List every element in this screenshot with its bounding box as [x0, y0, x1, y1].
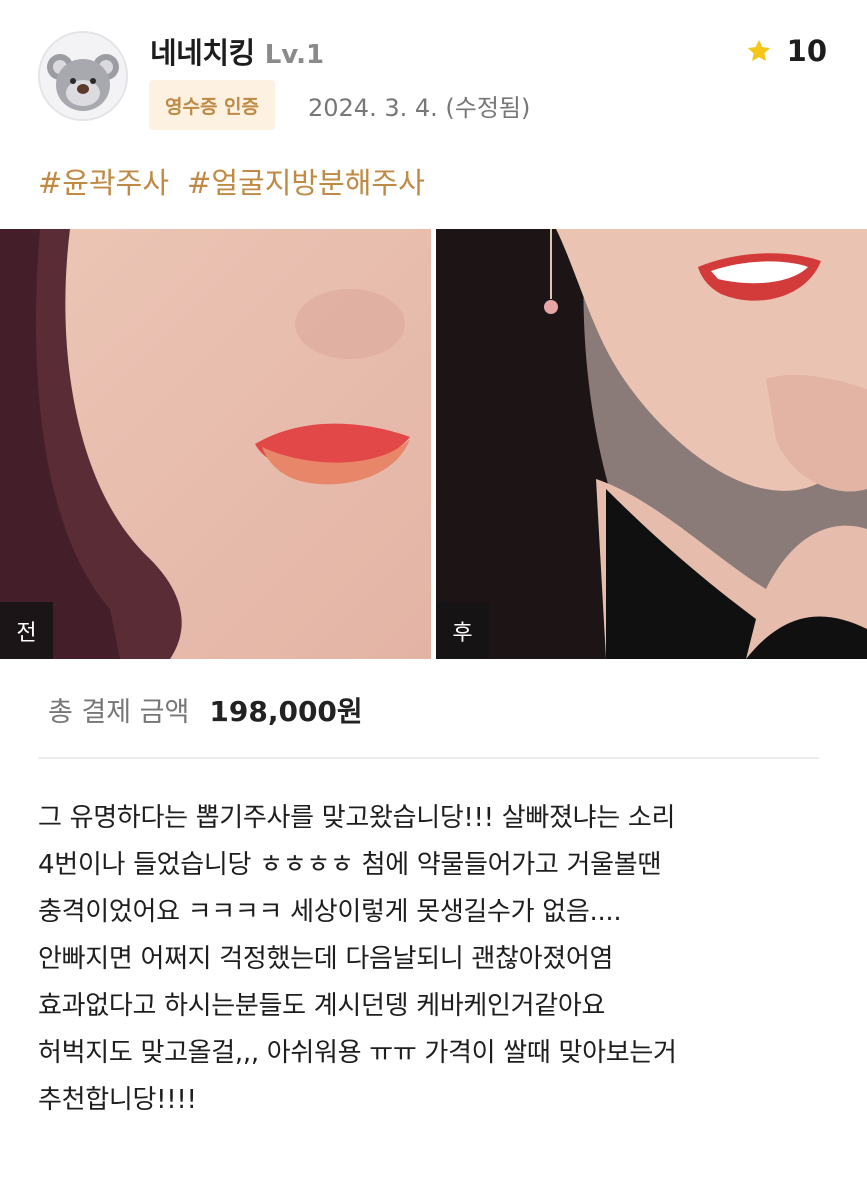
avatar[interactable] [38, 31, 128, 121]
payment-label: 총 결제 금액 [48, 697, 190, 728]
after-photo-image [436, 229, 867, 659]
username-row: 네네치킹 Lv.1 [150, 30, 324, 72]
review-header: 네네치킹 Lv.1 영수증 인증 2024. 3. 4. (수정됨) 10 [0, 0, 867, 150]
payment-amount: 198,000원 [209, 695, 363, 728]
payment-summary: 총 결제 금액 198,000원 [48, 690, 363, 730]
tag-item[interactable]: #윤곽주사 [38, 160, 169, 202]
star-icon [745, 37, 773, 65]
koala-avatar-icon [40, 33, 126, 119]
before-after-photos: 전 후 [0, 229, 867, 659]
review-line: 4번이나 들었습니당 ㅎㅎㅎㅎ 첨에 약물들어가고 거울볼땐 [38, 850, 661, 880]
rating-value: 10 [786, 34, 827, 68]
rating: 10 [745, 34, 827, 68]
review-line: 효과없다고 하시는분들도 계시던뎅 케바케인거같아요 [38, 991, 606, 1021]
post-date: 2024. 3. 4. (수정됨) [308, 94, 531, 122]
before-photo-image [0, 229, 431, 659]
tag-list: #윤곽주사 #얼굴지방분해주사 [38, 160, 425, 202]
review-line: 충격이었어요 ㅋㅋㅋㅋ 세상이렇게 못생길수가 없음.... [38, 897, 622, 927]
before-label: 전 [0, 602, 53, 659]
before-photo[interactable]: 전 [0, 229, 431, 659]
after-label: 후 [436, 602, 489, 659]
review-line: 안빠지면 어쩌지 걱정했는데 다음날되니 괜찮아졌어염 [38, 944, 614, 974]
after-photo[interactable]: 후 [436, 229, 867, 659]
review-line: 그 유명하다는 뽑기주사를 맞고왔습니당!!! 살빠졌냐는 소리 [38, 803, 676, 833]
receipt-verified-badge: 영수증 인증 [149, 80, 276, 130]
tag-item[interactable]: #얼굴지방분해주사 [187, 160, 425, 202]
review-line: 추천합니당!!!! [38, 1085, 197, 1115]
review-line: 허벅지도 맞고올걸,,, 아쉬워용 ㅠㅠ 가격이 쌀때 맞아보는거 [38, 1038, 677, 1068]
username[interactable]: 네네치킹 [150, 30, 255, 72]
review-text: 그 유명하다는 뽑기주사를 맞고왔습니당!!! 살빠졌냐는 소리 4번이나 들었… [38, 795, 838, 1124]
user-level: Lv.1 [264, 40, 325, 70]
divider [38, 757, 819, 759]
